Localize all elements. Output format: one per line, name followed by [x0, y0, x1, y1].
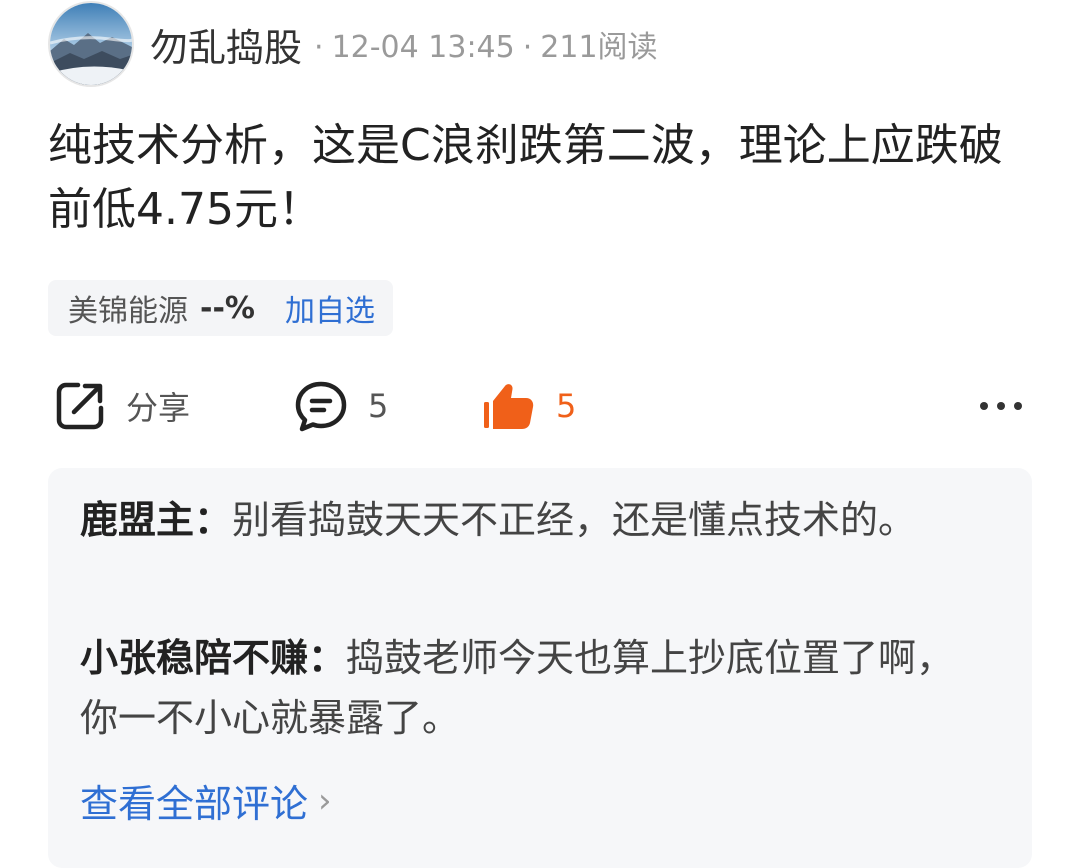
- comment-colon: ：: [308, 636, 347, 680]
- comments-preview: 鹿盟主：别看捣鼓天天不正经，还是懂点技术的。 小张稳陪不赚：捣鼓老师今天也算上抄…: [48, 468, 1032, 868]
- meta-separator: ·: [522, 30, 533, 65]
- meta-separator: ·: [314, 30, 324, 65]
- comment-user[interactable]: 小张稳陪不赚: [80, 636, 308, 680]
- like-count: 5: [556, 387, 577, 425]
- author-avatar[interactable]: [48, 1, 134, 87]
- like-button[interactable]: 5: [482, 370, 576, 442]
- comment-count: 5: [368, 387, 389, 425]
- action-bar: 分享 5 5: [0, 370, 1080, 442]
- share-button[interactable]: 分享: [54, 370, 190, 442]
- comment-item[interactable]: 鹿盟主：别看捣鼓天天不正经，还是懂点技术的。: [80, 490, 930, 550]
- more-icon: [980, 402, 1022, 410]
- comment-icon: [295, 381, 347, 432]
- view-all-label: 查看全部评论: [80, 782, 309, 826]
- comment-item[interactable]: 小张稳陪不赚：捣鼓老师今天也算上抄底位置了啊，你一不小心就暴露了。: [80, 628, 960, 748]
- comment-colon: ：: [194, 498, 233, 542]
- author-name[interactable]: 勿乱捣股: [150, 17, 302, 72]
- view-all-comments-link[interactable]: 查看全部评论 ›: [80, 773, 332, 828]
- stock-tag[interactable]: 美锦能源 --% 加自选: [48, 280, 393, 336]
- comment-user[interactable]: 鹿盟主: [80, 498, 194, 542]
- post-content[interactable]: 纯技术分析，这是C浪刹跌第二波，理论上应跌破前低4.75元！: [48, 114, 1028, 242]
- comment-button[interactable]: 5: [294, 370, 388, 442]
- chevron-right-icon: ›: [318, 780, 332, 821]
- post-date: 12-04 13:45: [331, 30, 515, 65]
- share-label: 分享: [126, 389, 191, 427]
- comment-text: 别看捣鼓天天不正经，还是懂点技术的。: [232, 498, 917, 542]
- stock-name[interactable]: 美锦能源: [68, 286, 188, 330]
- mountain-avatar-icon: [50, 3, 132, 85]
- post-header: 勿乱捣股 · 12-04 13:45 · 211阅读: [48, 0, 658, 88]
- read-count: 211阅读: [540, 30, 658, 65]
- post-meta: · 12-04 13:45 · 211阅读: [306, 22, 658, 66]
- share-icon: [56, 382, 104, 430]
- more-options-button[interactable]: [978, 370, 1024, 442]
- thumbs-up-icon: [484, 384, 534, 429]
- add-to-watchlist-button[interactable]: 加自选: [285, 286, 375, 330]
- stock-change: --%: [200, 290, 255, 326]
